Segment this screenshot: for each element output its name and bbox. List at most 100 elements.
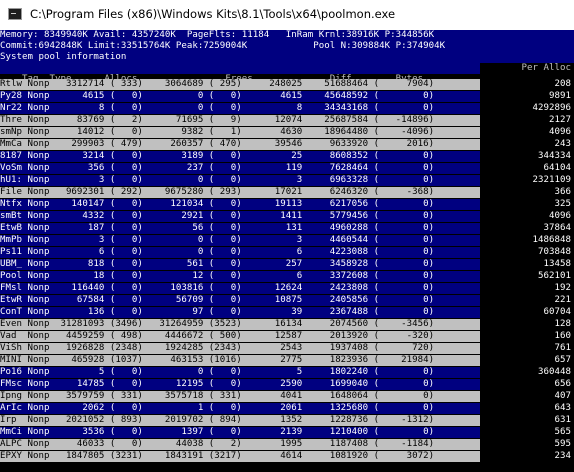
per-alloc-value: 9891: [480, 91, 574, 102]
per-alloc-value: 208: [480, 79, 574, 90]
pool-row[interactable]: Ipng Nonp 3579759 ( 331) 3575718 ( 331) …: [0, 391, 574, 402]
per-alloc-value: 360448: [480, 367, 574, 378]
poolmon-console[interactable]: Memory: 8349940K Avail: 4357240K PageFlt…: [0, 30, 574, 472]
pool-row-text: Py28 Nonp 4615 ( 0) 0 ( 0) 4615 45648592…: [0, 91, 435, 101]
pool-row-text: Rtlw Nonp 3312714 ( 333) 3064689 ( 295) …: [0, 79, 435, 89]
per-alloc-value: 1486848: [480, 235, 574, 246]
pool-row[interactable]: FMsl Nonp 116440 ( 0) 103816 ( 0) 12624 …: [0, 283, 574, 294]
per-alloc-value: 64104: [480, 163, 574, 174]
pool-row[interactable]: MmCa Nonp 299903 ( 479) 260357 ( 470) 39…: [0, 139, 574, 150]
pool-row[interactable]: Nr22 Nonp 8 ( 0) 0 ( 0) 8 34343168 ( 0) 4…: [0, 103, 574, 114]
pool-row-text: File Nonp 9692301 ( 292) 9675280 ( 293) …: [0, 187, 435, 197]
per-alloc-value: 243: [480, 139, 574, 150]
per-alloc-value: 2321109: [480, 175, 574, 186]
pool-row-text: smNp Nonp 14012 ( 0) 9382 ( 1) 4630 1896…: [0, 127, 435, 137]
pool-row[interactable]: FMsc Nonp 14785 ( 0) 12195 ( 0) 2590 169…: [0, 379, 574, 390]
pool-row-text: MmCi Nonp 3536 ( 0) 1397 ( 0) 2139 12104…: [0, 427, 435, 437]
per-alloc-value: 703848: [480, 247, 574, 258]
pool-row-text: ArIc Nonp 2062 ( 0) 1 ( 0) 2061 1325680 …: [0, 403, 435, 413]
pool-row[interactable]: Vad Nonp 4459259 ( 498) 4446672 ( 500) 1…: [0, 331, 574, 342]
per-alloc-value: 13458: [480, 259, 574, 270]
pool-row[interactable]: ALPC Nonp 46033 ( 0) 44038 ( 2) 1995 118…: [0, 439, 574, 450]
pool-row[interactable]: MINI Nonp 465928 (1037) 463153 (1016) 27…: [0, 355, 574, 366]
pool-row-text: MmCa Nonp 299903 ( 479) 260357 ( 470) 39…: [0, 139, 435, 149]
per-alloc-value: 128: [480, 319, 574, 330]
pool-row[interactable]: Py28 Nonp 4615 ( 0) 0 ( 0) 4615 45648592…: [0, 91, 574, 102]
pool-row-text: Thre Nonp 83769 ( 2) 71695 ( 9) 12074 25…: [0, 115, 435, 125]
per-alloc-value: 657: [480, 355, 574, 366]
per-alloc-value: 631: [480, 415, 574, 426]
pool-row[interactable]: File Nonp 9692301 ( 292) 9675280 ( 293) …: [0, 187, 574, 198]
per-alloc-value: 366: [480, 187, 574, 198]
pool-row-text: Ps11 Nonp 6 ( 0) 0 ( 0) 6 4223088 ( 0): [0, 247, 435, 257]
pool-row[interactable]: UBM_ Nonp 818 ( 0) 561 ( 0) 257 3458928 …: [0, 259, 574, 270]
pool-row[interactable]: smNp Nonp 14012 ( 0) 9382 ( 1) 4630 1896…: [0, 127, 574, 138]
pool-row[interactable]: ViSh Nonp 1926828 (2348) 1924285 (2343) …: [0, 343, 574, 354]
pool-row-text: FMsl Nonp 116440 ( 0) 103816 ( 0) 12624 …: [0, 283, 435, 293]
pool-row[interactable]: Irp Nonp 2021052 ( 893) 2019702 ( 894) 1…: [0, 415, 574, 426]
per-alloc-value: 565: [480, 427, 574, 438]
window-title: C:\Program Files (x86)\Windows Kits\8.1\…: [30, 7, 396, 21]
pool-row[interactable]: smBt Nonp 4332 ( 0) 2921 ( 0) 1411 57794…: [0, 211, 574, 222]
pool-row[interactable]: Pool Nonp 18 ( 0) 12 ( 0) 6 3372608 ( 0)…: [0, 271, 574, 282]
commit-summary-line: Commit:6942848K Limit:33515764K Peak:725…: [0, 41, 574, 52]
pool-row-text: Irp Nonp 2021052 ( 893) 2019702 ( 894) 1…: [0, 415, 435, 425]
pool-row-text: UBM_ Nonp 818 ( 0) 561 ( 0) 257 3458928 …: [0, 259, 435, 269]
per-alloc-value: 595: [480, 439, 574, 450]
pool-row[interactable]: Ps11 Nonp 6 ( 0) 0 ( 0) 6 4223088 ( 0) 70…: [0, 247, 574, 258]
pool-row-text: ViSh Nonp 1926828 (2348) 1924285 (2343) …: [0, 343, 435, 353]
pool-row-text: 8187 Nonp 3214 ( 0) 3189 ( 0) 25 8608352…: [0, 151, 435, 161]
per-alloc-value: 221: [480, 295, 574, 306]
pool-row-text: Ipng Nonp 3579759 ( 331) 3575718 ( 331) …: [0, 391, 435, 401]
pool-row[interactable]: MmPb Nonp 3 ( 0) 0 ( 0) 3 4460544 ( 0) 14…: [0, 235, 574, 246]
memory-summary-line: Memory: 8349940K Avail: 4357240K PageFlt…: [0, 30, 574, 41]
pool-row[interactable]: 8187 Nonp 3214 ( 0) 3189 ( 0) 25 8608352…: [0, 151, 574, 162]
pool-row-text: Ntfx Nonp 140147 ( 0) 121034 ( 0) 19113 …: [0, 199, 435, 209]
pool-row[interactable]: MmCi Nonp 3536 ( 0) 1397 ( 0) 2139 12104…: [0, 427, 574, 438]
pool-row[interactable]: EPXY Nonp 1847805 (3231) 1843191 (3217) …: [0, 451, 574, 462]
pool-row-text: EPXY Nonp 1847805 (3231) 1843191 (3217) …: [0, 451, 435, 461]
per-alloc-value: 160: [480, 331, 574, 342]
per-alloc-value: 37864: [480, 223, 574, 234]
pool-row[interactable]: Even Nonp 31281093 (3496) 31264959 (3523…: [0, 319, 574, 330]
per-alloc-value: 4096: [480, 211, 574, 222]
pool-row[interactable]: hU1: Nonp 3 ( 0) 0 ( 0) 3 6963328 ( 0) 23…: [0, 175, 574, 186]
per-alloc-value: 4292896: [480, 103, 574, 114]
per-alloc-value: 234: [480, 451, 574, 462]
pool-row[interactable]: VoSm Nonp 356 ( 0) 237 ( 0) 119 7628464 …: [0, 163, 574, 174]
pool-row[interactable]: Po16 Nonp 5 ( 0) 0 ( 0) 5 1802240 ( 0) 36…: [0, 367, 574, 378]
pool-row-text: FMsc Nonp 14785 ( 0) 12195 ( 0) 2590 169…: [0, 379, 435, 389]
pool-row-text: Nr22 Nonp 8 ( 0) 0 ( 0) 8 34343168 ( 0): [0, 103, 435, 113]
per-alloc-value: 562101: [480, 271, 574, 282]
per-alloc-value: 192: [480, 283, 574, 294]
per-alloc-value: 407: [480, 391, 574, 402]
pool-row[interactable]: Thre Nonp 83769 ( 2) 71695 ( 9) 12074 25…: [0, 115, 574, 126]
pool-row-text: hU1: Nonp 3 ( 0) 0 ( 0) 3 6963328 ( 0): [0, 175, 435, 185]
per-alloc-value: 325: [480, 199, 574, 210]
per-alloc-header: Per Alloc: [480, 63, 574, 74]
per-alloc-value: 60704: [480, 307, 574, 318]
pool-row[interactable]: Rtlw Nonp 3312714 ( 333) 3064689 ( 295) …: [0, 79, 574, 90]
pool-row-text: EtwR Nonp 67584 ( 0) 56709 ( 0) 10875 24…: [0, 295, 435, 305]
pool-row-text: EtwB Nonp 187 ( 0) 56 ( 0) 131 4960288 (…: [0, 223, 435, 233]
console-app-icon: [8, 8, 22, 20]
pool-row-text: ALPC Nonp 46033 ( 0) 44038 ( 2) 1995 118…: [0, 439, 435, 449]
per-alloc-value: 4096: [480, 127, 574, 138]
pool-row-text: Pool Nonp 18 ( 0) 12 ( 0) 6 3372608 ( 0): [0, 271, 435, 281]
title-bar[interactable]: C:\Program Files (x86)\Windows Kits\8.1\…: [0, 0, 574, 30]
pool-row[interactable]: Ntfx Nonp 140147 ( 0) 121034 ( 0) 19113 …: [0, 199, 574, 210]
per-alloc-value: 2127: [480, 115, 574, 126]
pool-row-text: Even Nonp 31281093 (3496) 31264959 (3523…: [0, 319, 435, 329]
pool-row-text: ConT Nonp 136 ( 0) 97 ( 0) 39 2367488 ( …: [0, 307, 435, 317]
per-alloc-value: 643: [480, 403, 574, 414]
pool-row-text: smBt Nonp 4332 ( 0) 2921 ( 0) 1411 57794…: [0, 211, 435, 221]
column-header-row: Tag Type Allocs Frees Diff Bytes Per All…: [0, 63, 574, 84]
pool-row-text: Vad Nonp 4459259 ( 498) 4446672 ( 500) 1…: [0, 331, 435, 341]
pool-row[interactable]: EtwB Nonp 187 ( 0) 56 ( 0) 131 4960288 (…: [0, 223, 574, 234]
pool-row[interactable]: ConT Nonp 136 ( 0) 97 ( 0) 39 2367488 ( …: [0, 307, 574, 318]
pool-row[interactable]: EtwR Nonp 67584 ( 0) 56709 ( 0) 10875 24…: [0, 295, 574, 306]
system-pool-heading: System pool information: [0, 52, 574, 63]
pool-row-text: Po16 Nonp 5 ( 0) 0 ( 0) 5 1802240 ( 0): [0, 367, 435, 377]
pool-row[interactable]: ArIc Nonp 2062 ( 0) 1 ( 0) 2061 1325680 …: [0, 403, 574, 414]
pool-row-text: MmPb Nonp 3 ( 0) 0 ( 0) 3 4460544 ( 0): [0, 235, 435, 245]
